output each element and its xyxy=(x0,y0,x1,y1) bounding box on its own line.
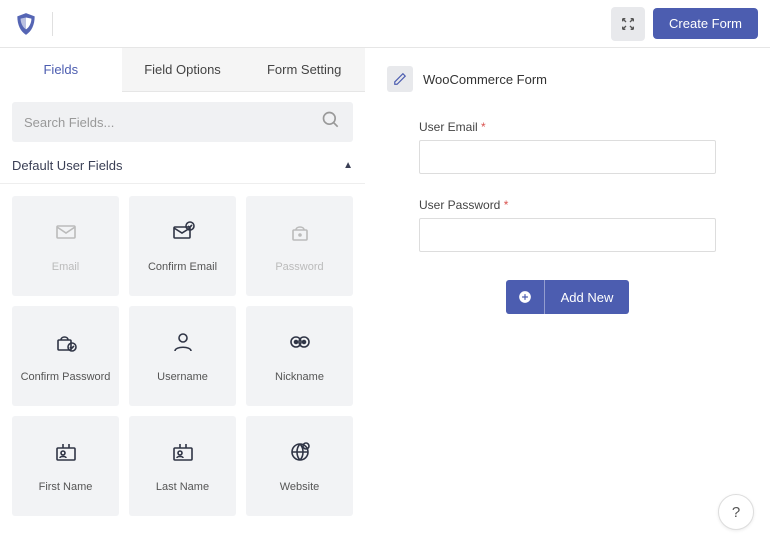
tile-label: Confirm Password xyxy=(21,371,111,383)
search-box xyxy=(12,102,353,142)
field-tile-first-name[interactable]: First Name xyxy=(12,416,119,516)
field-tile-password[interactable]: Password xyxy=(246,196,353,296)
field-tile-last-name[interactable]: Last Name xyxy=(129,416,236,516)
tab-field-options[interactable]: Field Options xyxy=(122,48,244,91)
field-tile-username[interactable]: Username xyxy=(129,306,236,406)
create-form-button[interactable]: Create Form xyxy=(653,8,758,39)
id-card-icon xyxy=(169,440,197,469)
form-title-row: WooCommerce Form xyxy=(387,66,748,92)
tile-label: Nickname xyxy=(275,371,324,383)
form-fields: User Email * User Password * xyxy=(387,120,748,252)
tab-form-setting[interactable]: Form Setting xyxy=(243,48,365,91)
tile-label: Confirm Email xyxy=(148,261,217,273)
edit-title-button[interactable] xyxy=(387,66,413,92)
field-tile-confirm-password[interactable]: Confirm Password xyxy=(12,306,119,406)
tile-label: Email xyxy=(52,261,80,273)
lock-icon xyxy=(286,220,314,249)
envelope-icon xyxy=(52,220,80,249)
id-card-icon xyxy=(52,440,80,469)
field-tile-website[interactable]: Website xyxy=(246,416,353,516)
field-tile-email[interactable]: Email xyxy=(12,196,119,296)
separator xyxy=(52,12,53,36)
help-label: ? xyxy=(732,504,740,521)
field-tiles-grid: Email Confirm Email Password Confirm Passwo… xyxy=(0,196,365,516)
pencil-icon xyxy=(393,72,407,86)
form-field-user-password: User Password * xyxy=(419,198,716,252)
user-icon xyxy=(169,330,197,359)
field-tile-confirm-email[interactable]: Confirm Email xyxy=(129,196,236,296)
tile-label: Website xyxy=(280,481,320,493)
top-right: Create Form xyxy=(611,7,758,41)
field-input[interactable] xyxy=(419,140,716,174)
help-button[interactable]: ? xyxy=(718,494,754,530)
tab-fields[interactable]: Fields xyxy=(0,48,122,92)
right-panel: WooCommerce Form User Email * User Passwo… xyxy=(365,48,770,534)
main: Fields Field Options Form Setting Defaul… xyxy=(0,48,770,534)
fullscreen-icon xyxy=(620,16,636,32)
left-panel: Fields Field Options Form Setting Defaul… xyxy=(0,48,365,534)
tile-label: Username xyxy=(157,371,208,383)
search-wrap xyxy=(0,92,365,152)
tile-label: Last Name xyxy=(156,481,209,493)
section-label: Default User Fields xyxy=(12,158,123,173)
lock-check-icon xyxy=(52,330,80,359)
section-default-user-fields[interactable]: Default User Fields ▲ xyxy=(0,152,365,184)
field-label: User Email * xyxy=(419,120,716,134)
envelope-check-icon xyxy=(169,220,197,249)
search-input[interactable] xyxy=(24,115,321,130)
shield-icon xyxy=(13,11,39,37)
plus-icon xyxy=(506,280,545,314)
field-tile-nickname[interactable]: Nickname xyxy=(246,306,353,406)
add-new-button[interactable]: Add New xyxy=(506,280,630,314)
field-input[interactable] xyxy=(419,218,716,252)
required-star: * xyxy=(504,198,509,212)
fullscreen-button[interactable] xyxy=(611,7,645,41)
top-bar: Create Form xyxy=(0,0,770,48)
top-left xyxy=(12,10,53,38)
add-new-label: Add New xyxy=(545,290,630,305)
tabs: Fields Field Options Form Setting xyxy=(0,48,365,92)
tile-label: Password xyxy=(275,261,323,273)
required-star: * xyxy=(481,120,486,134)
caret-up-icon: ▲ xyxy=(343,160,353,171)
search-icon xyxy=(321,110,341,135)
form-title: WooCommerce Form xyxy=(423,72,547,87)
globe-icon xyxy=(286,440,314,469)
logo[interactable] xyxy=(12,10,40,38)
add-new-wrap: Add New xyxy=(387,280,748,314)
field-label: User Password * xyxy=(419,198,716,212)
tile-label: First Name xyxy=(39,481,93,493)
form-field-user-email: User Email * xyxy=(419,120,716,174)
eyes-icon xyxy=(286,330,314,359)
